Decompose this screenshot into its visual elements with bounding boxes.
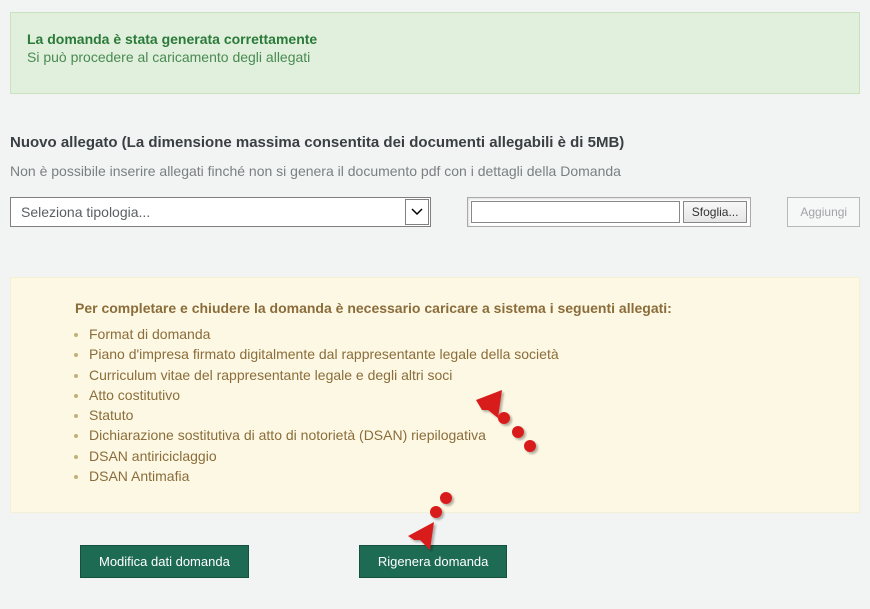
tipologia-select[interactable]: Seleziona tipologia...	[10, 197, 431, 227]
list-item: Atto costitutivo	[89, 385, 819, 405]
list-item: Curriculum vitae del rappresentante lega…	[89, 365, 819, 385]
regenerate-button[interactable]: Rigenera domanda	[359, 545, 508, 578]
section-title: Nuovo allegato (La dimensione massima co…	[10, 134, 860, 151]
file-path-input[interactable]	[471, 201, 680, 223]
new-attachment-section: Nuovo allegato (La dimensione massima co…	[10, 134, 860, 227]
controls-row: Seleziona tipologia... Sfoglia... Aggiun…	[10, 197, 860, 227]
buttons-row: Modifica dati domanda Rigenera domanda	[80, 545, 870, 578]
list-item: DSAN Antimafia	[89, 466, 819, 486]
tipologia-select-placeholder: Seleziona tipologia...	[21, 204, 150, 220]
section-subtext: Non è possibile inserire allegati finché…	[10, 163, 860, 179]
list-item: Format di domanda	[89, 324, 819, 344]
list-item: Piano d'impresa firmato digitalmente dal…	[89, 344, 819, 364]
browse-button[interactable]: Sfoglia...	[683, 201, 748, 223]
add-button[interactable]: Aggiungi	[787, 197, 860, 227]
required-title: Per completare e chiudere la domanda è n…	[75, 300, 819, 316]
required-list: Format di domanda Piano d'impresa firmat…	[89, 324, 819, 486]
modify-data-button[interactable]: Modifica dati domanda	[80, 545, 249, 578]
tipologia-select-wrap: Seleziona tipologia...	[10, 197, 431, 227]
list-item: DSAN antiriciclaggio	[89, 446, 819, 466]
alert-title: La domanda è stata generata correttament…	[27, 31, 843, 47]
success-alert: La domanda è stata generata correttament…	[10, 12, 860, 94]
alert-text: Si può procedere al caricamento degli al…	[27, 49, 843, 65]
file-input-wrap: Sfoglia...	[467, 197, 751, 227]
required-attachments-box: Per completare e chiudere la domanda è n…	[10, 277, 860, 513]
list-item: Statuto	[89, 405, 819, 425]
list-item: Dichiarazione sostitutiva di atto di not…	[89, 425, 819, 445]
